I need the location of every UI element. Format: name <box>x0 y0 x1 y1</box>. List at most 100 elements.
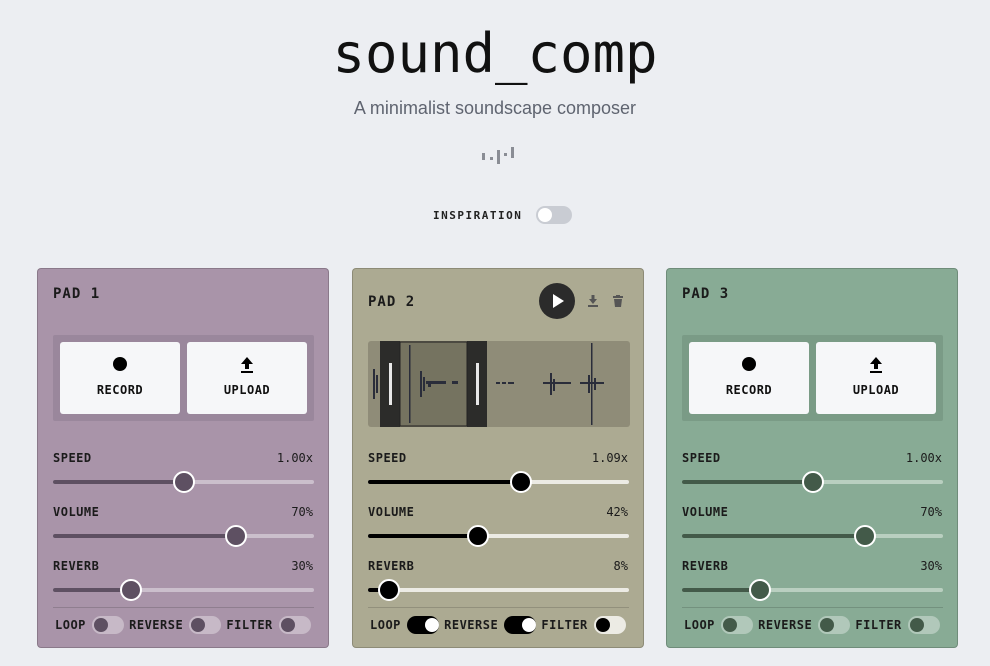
record-label: RECORD <box>96 383 144 397</box>
toggle-row: LOOP REVERSE FILTER <box>55 615 316 635</box>
pad-title: PAD 2 <box>368 294 416 310</box>
waveform-graphic <box>373 341 604 427</box>
speed-value: 1.09x <box>591 451 628 465</box>
slider-thumb[interactable] <box>801 471 824 493</box>
inspiration-label: INSPIRATION <box>433 208 523 222</box>
filter-label: FILTER <box>855 618 902 632</box>
pad-1: PAD 1 RECORD UPLOAD SPEED 1.00x VOLUME 7… <box>37 268 329 648</box>
record-icon <box>113 357 127 371</box>
filter-label: FILTER <box>541 618 588 632</box>
speed-label: SPEED <box>368 451 407 465</box>
volume-value: 42% <box>606 505 628 519</box>
speed-value: 1.00x <box>905 451 942 465</box>
speed-slider[interactable] <box>53 471 314 493</box>
toggle-knob <box>424 618 439 632</box>
app-subtitle: A minimalist soundscape composer <box>353 98 637 118</box>
toggle-row: LOOP REVERSE FILTER <box>684 615 945 635</box>
pad-title: PAD 1 <box>53 286 101 302</box>
trash-icon[interactable] <box>613 295 623 307</box>
filter-toggle[interactable] <box>278 616 311 634</box>
record-button[interactable]: RECORD <box>60 342 180 414</box>
volume-slider[interactable] <box>368 525 629 547</box>
slider-thumb[interactable] <box>749 579 772 601</box>
speed-label: SPEED <box>53 451 92 465</box>
reverse-toggle[interactable] <box>818 616 851 634</box>
slider-thumb[interactable] <box>224 525 247 547</box>
pad-3: PAD 3 RECORD UPLOAD SPEED 1.00x VOLUME 7… <box>666 268 958 648</box>
divider <box>682 607 943 608</box>
reverb-label: REVERB <box>53 559 100 573</box>
app-title: sound_comp <box>332 22 658 85</box>
slider-thumb[interactable] <box>853 525 876 547</box>
divider <box>368 607 629 608</box>
speed-label: SPEED <box>682 451 721 465</box>
waveform-bars-icon <box>482 147 514 164</box>
toggle-knob <box>191 618 206 632</box>
toggle-knob <box>820 618 835 632</box>
download-icon[interactable] <box>587 295 599 307</box>
slider-thumb[interactable] <box>466 525 489 547</box>
filter-toggle[interactable] <box>593 616 626 634</box>
filter-label: FILTER <box>226 618 273 632</box>
volume-value: 70% <box>920 505 942 519</box>
speed-value: 1.00x <box>276 451 313 465</box>
slider-thumb[interactable] <box>120 579 143 601</box>
slider-fill <box>682 534 865 538</box>
volume-label: VOLUME <box>368 505 415 519</box>
loop-toggle[interactable] <box>406 616 440 634</box>
waveform[interactable] <box>368 341 630 427</box>
volume-slider[interactable] <box>53 525 314 547</box>
loop-label: LOOP <box>55 618 86 632</box>
reverb-value: 30% <box>920 559 942 573</box>
reverb-slider[interactable] <box>682 579 943 601</box>
upload-icon <box>870 357 882 373</box>
upload-button[interactable]: UPLOAD <box>816 342 936 414</box>
loop-label: LOOP <box>684 618 715 632</box>
inspiration-control: INSPIRATION <box>433 206 573 224</box>
reverb-label: REVERB <box>368 559 415 573</box>
toggle-knob <box>538 208 553 222</box>
toggle-knob <box>722 618 737 632</box>
upload-label: UPLOAD <box>852 383 900 397</box>
reverb-label: REVERB <box>682 559 729 573</box>
input-buttons: RECORD UPLOAD <box>53 335 314 421</box>
reverb-value: 8% <box>613 559 628 573</box>
speed-slider[interactable] <box>682 471 943 493</box>
slider-thumb[interactable] <box>172 471 195 493</box>
reverse-toggle[interactable] <box>504 616 537 634</box>
toggle-knob <box>909 618 924 632</box>
slider-thumb[interactable] <box>509 471 532 493</box>
toggle-knob <box>93 618 108 632</box>
toggle-knob <box>522 618 537 632</box>
record-label: RECORD <box>725 383 773 397</box>
inspiration-toggle[interactable] <box>536 206 573 224</box>
reverse-toggle[interactable] <box>189 616 222 634</box>
toggle-knob <box>595 618 610 632</box>
toggle-row: LOOP REVERSE FILTER <box>370 615 631 635</box>
slider-fill <box>368 534 478 538</box>
upload-label: UPLOAD <box>223 383 271 397</box>
speed-slider[interactable] <box>368 471 629 493</box>
play-button[interactable] <box>539 283 575 319</box>
pad-2: PAD 2 SPEED 1.09x VOLUME 42% REVERB 8% L… <box>352 268 644 648</box>
reverb-slider[interactable] <box>368 579 629 601</box>
upload-button[interactable]: UPLOAD <box>187 342 307 414</box>
slider-fill <box>53 534 236 538</box>
divider <box>53 607 314 608</box>
toggle-knob <box>280 618 295 632</box>
input-buttons: RECORD UPLOAD <box>682 335 943 421</box>
slider-thumb[interactable] <box>377 579 400 601</box>
filter-toggle[interactable] <box>907 616 940 634</box>
reverb-slider[interactable] <box>53 579 314 601</box>
record-icon <box>742 357 756 371</box>
reverb-value: 30% <box>291 559 313 573</box>
volume-label: VOLUME <box>53 505 100 519</box>
record-button[interactable]: RECORD <box>689 342 809 414</box>
volume-slider[interactable] <box>682 525 943 547</box>
slider-fill <box>682 480 813 484</box>
pad-title: PAD 3 <box>682 286 730 302</box>
play-icon <box>553 294 564 308</box>
volume-value: 70% <box>291 505 313 519</box>
loop-toggle[interactable] <box>720 616 754 634</box>
loop-toggle[interactable] <box>91 616 125 634</box>
